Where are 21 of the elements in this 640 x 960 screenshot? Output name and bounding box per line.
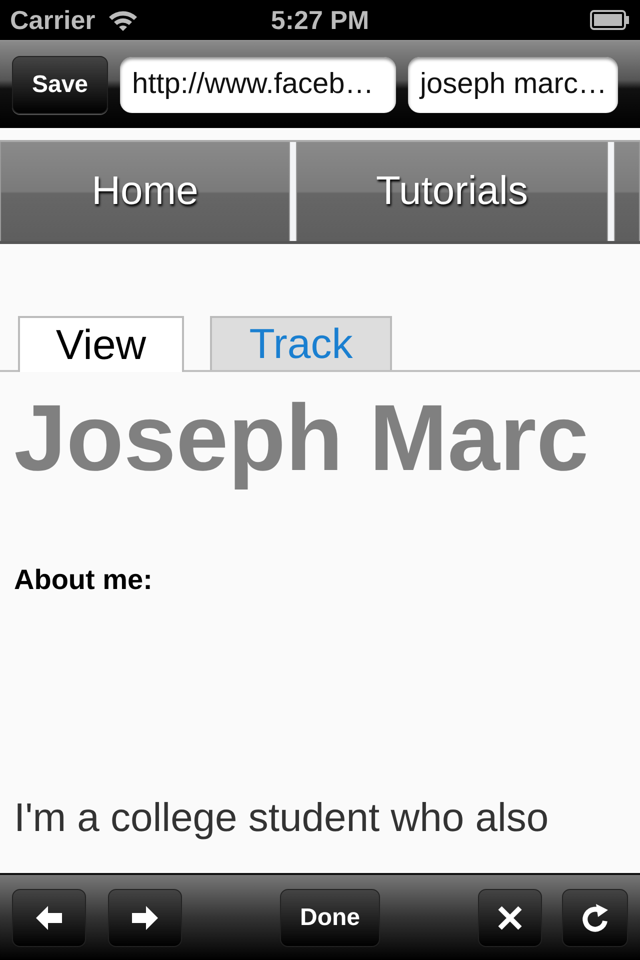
- close-icon: [497, 904, 523, 930]
- profile-name: Joseph Marc: [14, 385, 589, 490]
- nav-item[interactable]: Tutorials: [296, 142, 608, 241]
- close-button[interactable]: [478, 888, 542, 946]
- forward-button[interactable]: [108, 888, 182, 946]
- bio-text: I'm a college student who also: [14, 796, 549, 841]
- back-button[interactable]: [12, 888, 86, 946]
- tab[interactable]: View: [18, 316, 184, 372]
- save-button[interactable]: Save: [12, 56, 108, 114]
- reload-button[interactable]: [562, 888, 628, 946]
- search-field[interactable]: joseph marc…: [408, 56, 618, 112]
- battery-icon: [590, 10, 630, 30]
- clock-time: 5:27 PM: [270, 4, 370, 34]
- reload-icon: [580, 902, 610, 934]
- carrier-name: Carrier: [10, 4, 96, 36]
- done-button[interactable]: Done: [280, 888, 380, 946]
- arrow-right-icon: [130, 904, 160, 932]
- url-field[interactable]: http://www.faceb…: [120, 56, 396, 112]
- about-label: About me:: [14, 564, 152, 596]
- nav-item[interactable]: Home: [0, 142, 290, 241]
- arrow-left-icon: [34, 904, 64, 932]
